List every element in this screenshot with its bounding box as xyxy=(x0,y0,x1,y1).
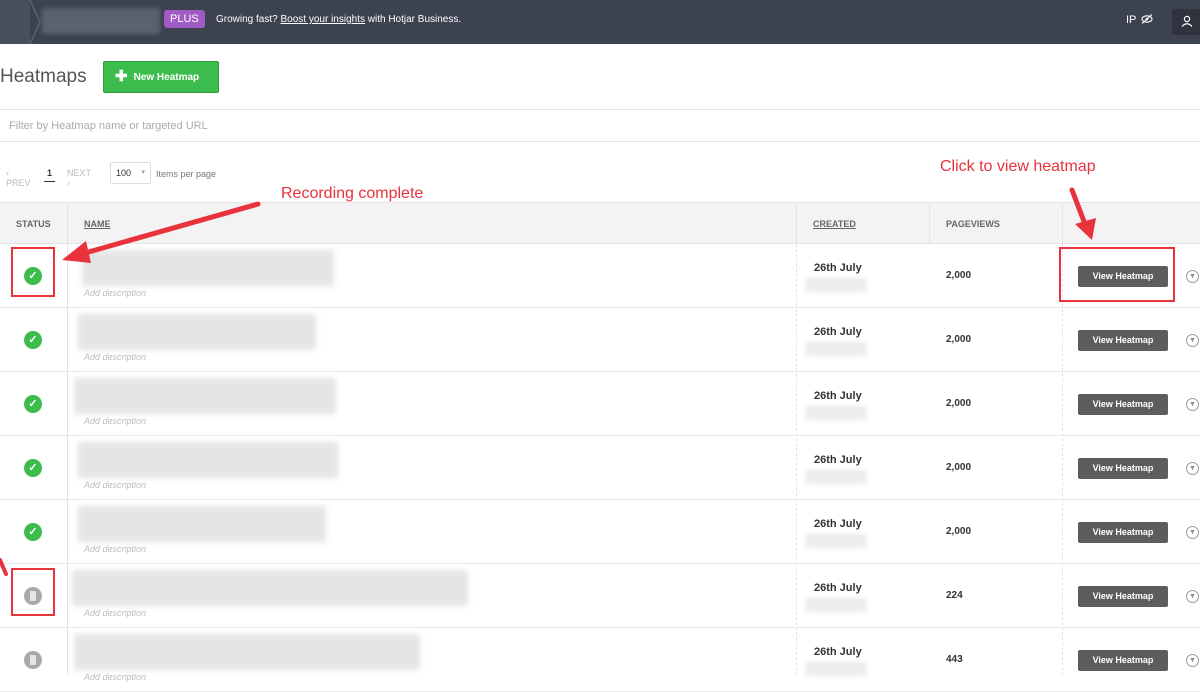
click-to-view-annotation: Click to view heatmap xyxy=(940,158,1096,175)
arrow-icon xyxy=(62,201,261,263)
recording-complete-annotation: Recording complete xyxy=(281,185,424,202)
annotation-arrows xyxy=(0,187,1096,576)
arrow-icon xyxy=(0,558,8,576)
arrow-icon xyxy=(1069,187,1096,240)
